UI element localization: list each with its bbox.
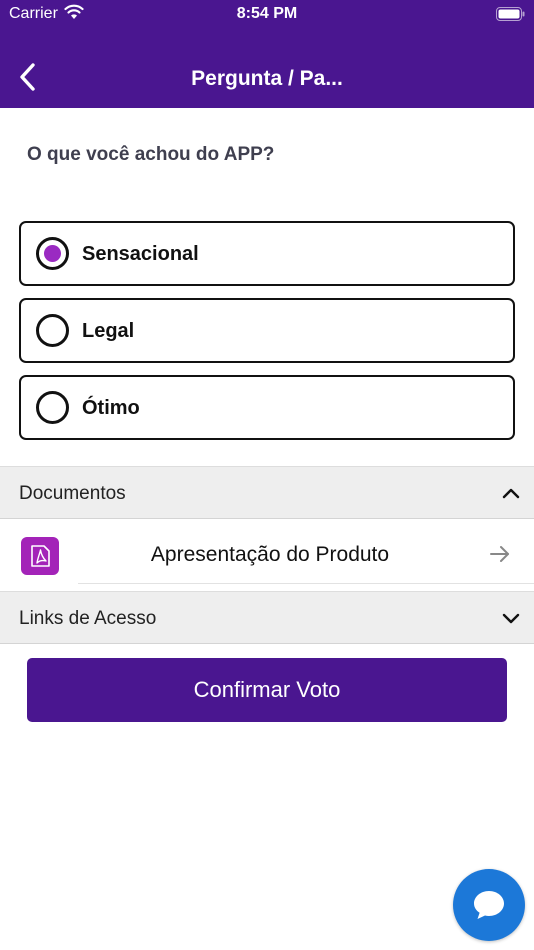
documents-title: Documentos (19, 483, 126, 504)
links-section-header[interactable]: Links de Acesso (0, 591, 534, 644)
divider (78, 583, 534, 584)
document-item[interactable]: Apresentação do Produto (0, 519, 534, 591)
chevron-down-icon[interactable] (502, 609, 520, 627)
status-bar: Carrier 8:54 PM (0, 0, 534, 28)
battery-icon (496, 7, 525, 21)
app-header: Carrier 8:54 PM Pergunta / Pa... (0, 0, 534, 108)
option-otimo[interactable]: Ótimo (19, 375, 515, 440)
option-label: Ótimo (82, 397, 140, 419)
option-sensacional[interactable]: Sensacional (19, 221, 515, 286)
status-time: 8:54 PM (236, 5, 298, 22)
radio-dot (44, 245, 61, 262)
links-title: Links de Acesso (19, 608, 157, 629)
option-legal[interactable]: Legal (19, 298, 515, 363)
radio-selected-icon[interactable] (36, 237, 69, 270)
option-label: Legal (82, 320, 135, 342)
document-label: Apresentação do Produto (150, 543, 390, 566)
pdf-icon (21, 537, 59, 575)
chat-button[interactable] (453, 869, 525, 941)
radio-unselected-icon[interactable] (36, 314, 69, 347)
radio-unselected-icon[interactable] (36, 391, 69, 424)
question-text: O que você achou do APP? (27, 144, 275, 165)
arrow-right-icon (490, 546, 509, 562)
chat-bubble-icon (474, 891, 504, 919)
confirm-vote-button[interactable]: Confirmar Voto (27, 658, 507, 722)
documents-section-header[interactable]: Documentos (0, 466, 534, 519)
chevron-up-icon[interactable] (502, 484, 520, 502)
page-title: Pergunta / Pa... (191, 67, 343, 90)
option-label: Sensacional (82, 243, 199, 265)
